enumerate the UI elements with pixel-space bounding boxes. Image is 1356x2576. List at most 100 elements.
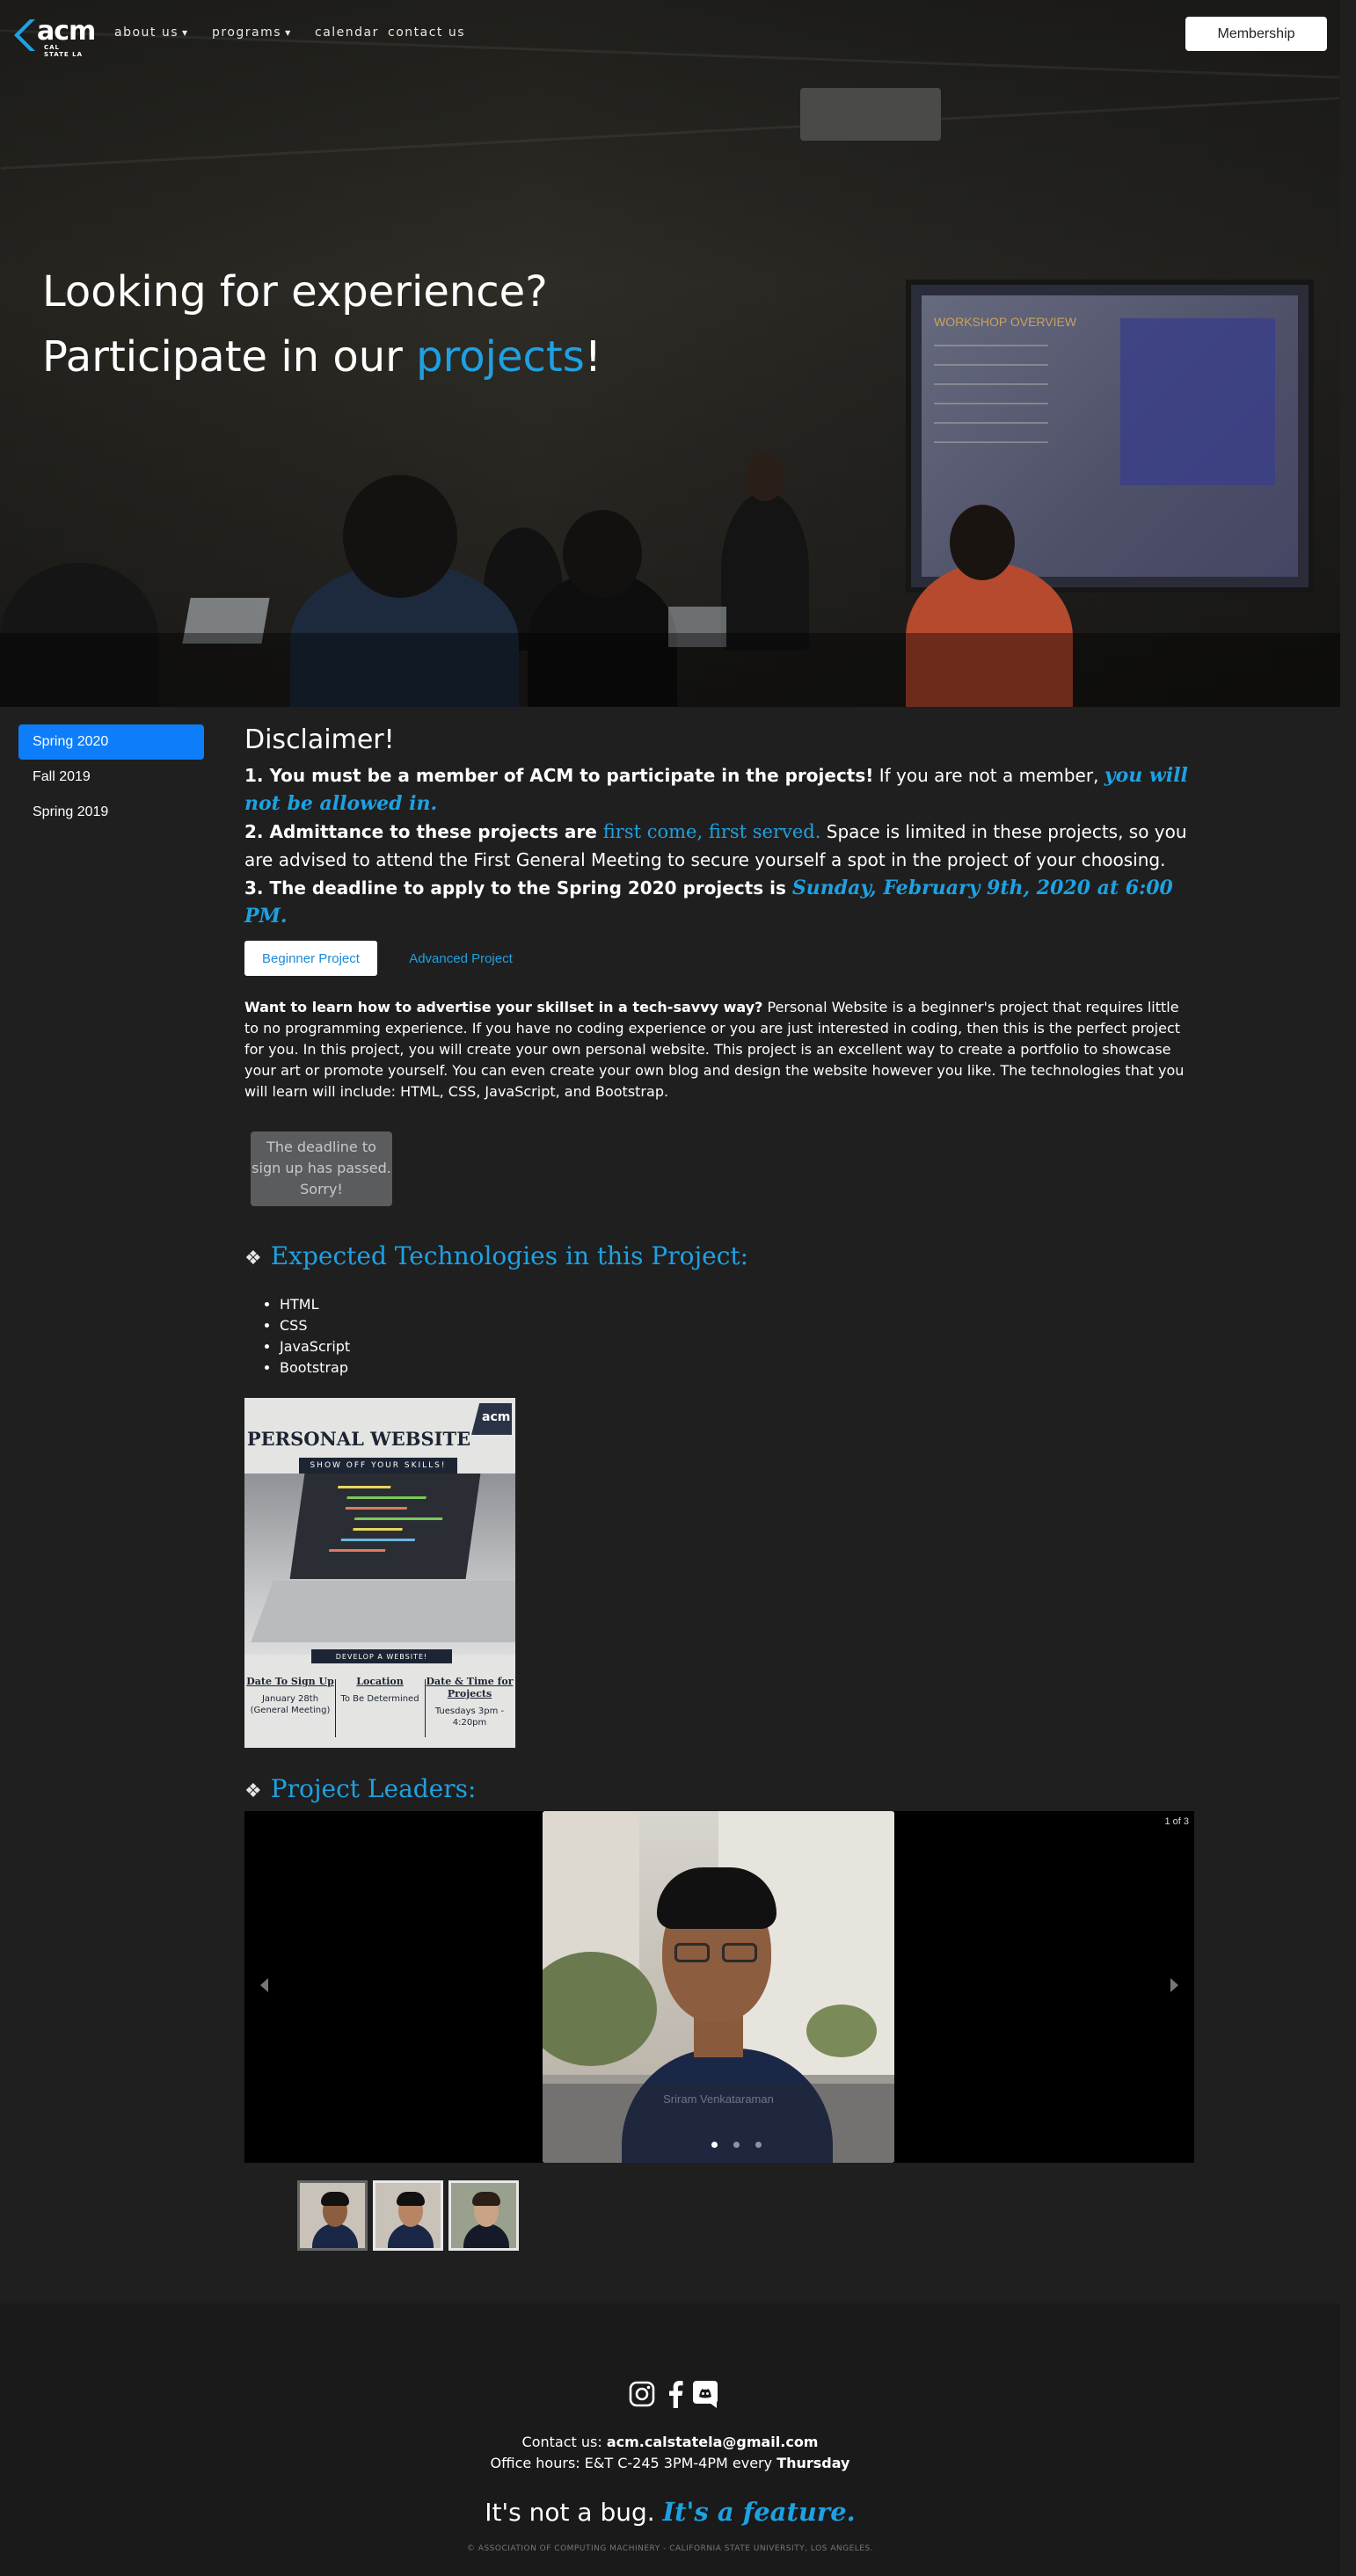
list-item: CSS (280, 1315, 350, 1336)
thumb-hair (321, 2192, 349, 2206)
footer-contact: Contact us: acm.calstatela@gmail.com Off… (0, 2432, 1340, 2474)
top-navbar: acm CAL STATE LA about us ▼ programs ▼ cal… (0, 0, 1356, 67)
sidebar-item-spring-2020[interactable]: Spring 2020 (18, 724, 204, 760)
footer-tagline: It's not a bug. It's a feature. (0, 2497, 1340, 2527)
poster-strip: DEVELOP A WEBSITE! (311, 1649, 452, 1663)
poster-location: Location To Be Determined (336, 1676, 424, 1705)
poster-location-value: To Be Determined (340, 1694, 419, 1704)
glasses-lens (722, 1943, 757, 1962)
copyright: © ASSOCIATION OF COMPUTING MACHINERY - C… (466, 2544, 874, 2553)
facebook-icon[interactable] (661, 2380, 689, 2408)
instagram-icon[interactable] (628, 2380, 656, 2408)
leaders-heading: ❖ Project Leaders: (244, 1774, 476, 1803)
code-line (346, 1496, 426, 1499)
person-head (343, 475, 457, 598)
next-arrow-icon[interactable] (1170, 1978, 1178, 1992)
description-lead: Want to learn how to advertise your skil… (244, 999, 763, 1015)
screen-calendar (1120, 318, 1275, 485)
hero-shade (0, 633, 1340, 707)
leaders-carousel[interactable]: Sriram Venkataraman 1 of 3 (244, 1811, 1194, 2163)
technologies-heading-text: Expected Technologies in this Project: (270, 1241, 749, 1270)
technologies-list: HTML CSS JavaScript Bootstrap (280, 1294, 350, 1379)
code-line (345, 1507, 408, 1510)
sidebar-item-fall-2019[interactable]: Fall 2019 (18, 760, 204, 795)
screen-row (934, 441, 1048, 443)
glasses-lens (674, 1943, 710, 1962)
office-hours-text: Office hours: E&T C-245 3PM-4PM every (490, 2455, 777, 2471)
contact-email-link[interactable]: acm.calstatela@gmail.com (607, 2434, 819, 2450)
nav-calendar[interactable]: calendar (315, 25, 379, 40)
tree (543, 1952, 657, 2066)
code-line (338, 1486, 391, 1488)
leader-thumbnail[interactable] (373, 2180, 443, 2251)
prev-arrow-icon[interactable] (260, 1978, 268, 1992)
person-head (563, 510, 642, 598)
hero-line2-prefix: Participate in our (42, 332, 417, 382)
poster-signup-date: January 28th (General Meeting) (250, 1694, 331, 1715)
hero-line2-suffix: ! (584, 332, 601, 382)
disclaimer-2-bold: 2. Admittance to these projects are (244, 821, 603, 842)
laptop-photo (244, 1474, 515, 1655)
nav-about-us[interactable]: about us ▼ (114, 25, 189, 40)
disclaimer-3-bold: 3. The deadline to apply to the Spring 2… (244, 877, 792, 899)
screen-row (934, 345, 1048, 346)
disclaimer-body: 1. You must be a member of ACM to partic… (244, 761, 1194, 930)
list-item: Bootstrap (280, 1357, 350, 1379)
hero-banner: WORKSHOP OVERVIEW Looking for experience… (0, 0, 1340, 707)
acm-logo[interactable]: acm CAL STATE LA (14, 16, 96, 58)
screen-row (934, 383, 1048, 385)
nav-about-label: about us (114, 25, 179, 40)
contact-line: Contact us: acm.calstatela@gmail.com (0, 2432, 1340, 2453)
presenter-head (746, 454, 784, 501)
screen-title: WORKSHOP OVERVIEW (934, 315, 1077, 329)
disclaimer-2-accent: first come, first served. (602, 821, 821, 842)
nav-programs[interactable]: programs ▼ (212, 25, 292, 40)
leader-thumbnail[interactable] (448, 2180, 519, 2251)
project-poster: PERSONAL WEBSITE acm SHOW OFF YOUR SKILL… (244, 1398, 515, 1748)
tree (806, 2005, 877, 2057)
carousel-dot[interactable] (755, 2142, 762, 2148)
tagline-accent: It's a feature. (662, 2497, 856, 2527)
discord-icon[interactable] (691, 2380, 719, 2408)
ceiling-beam (0, 97, 1340, 170)
deadline-passed-button[interactable]: The deadline to sign up has passed. Sorr… (251, 1132, 392, 1206)
leader-photo: Sriram Venkataraman (543, 1811, 894, 2163)
disclaimer-title: Disclaimer! (244, 724, 395, 755)
poster-time: Date & Time for Projects Tuesdays 3pm - 4… (426, 1676, 514, 1728)
list-item: JavaScript (280, 1336, 350, 1357)
tab-beginner-project[interactable]: Beginner Project (244, 941, 377, 976)
sidebar-item-spring-2019[interactable]: Spring 2019 (18, 795, 204, 830)
caret-down-icon: ▼ (285, 28, 292, 37)
thumb-body (388, 2223, 434, 2248)
presenter (721, 492, 809, 651)
tab-advanced-project[interactable]: Advanced Project (390, 941, 531, 976)
list-item: HTML (280, 1294, 350, 1315)
poster-title: PERSONAL WEBSITE (246, 1428, 471, 1450)
disclaimer-1-text: If you are not a member, (873, 765, 1104, 786)
screen-row (934, 364, 1048, 366)
hero-subheadline: Participate in our projects! (42, 332, 601, 382)
thumb-hair (472, 2192, 500, 2206)
leader-thumbnail[interactable] (297, 2180, 368, 2251)
thumb-body (312, 2223, 358, 2248)
screen-row (934, 422, 1048, 424)
logo-subtitle: CAL STATE LA (44, 44, 84, 58)
poster-badge-text: acm (482, 1410, 511, 1424)
carousel-dot[interactable] (711, 2142, 718, 2148)
code-line (328, 1549, 386, 1552)
poster-time-heading: Date & Time for Projects (426, 1676, 514, 1699)
thumb-hair (397, 2192, 425, 2206)
logo-chevron-icon (14, 19, 35, 51)
membership-button[interactable]: Membership (1185, 17, 1327, 51)
code-line (354, 1517, 443, 1520)
tagline-plain: It's not a bug. (485, 2498, 663, 2527)
technologies-heading: ❖ Expected Technologies in this Project: (244, 1241, 748, 1270)
poster-signup: Date To Sign Up January 28th (General Mee… (246, 1676, 334, 1716)
logo-text: acm (37, 16, 96, 47)
disclaimer-point-3: 3. The deadline to apply to the Spring 2… (244, 874, 1194, 930)
carousel-dot[interactable] (733, 2142, 740, 2148)
code-line (340, 1539, 416, 1541)
slide-counter: 1 of 3 (1164, 1816, 1189, 1827)
nav-contact-us[interactable]: contact us (388, 25, 465, 40)
poster-time-value: Tuesdays 3pm - 4:20pm (434, 1706, 505, 1728)
